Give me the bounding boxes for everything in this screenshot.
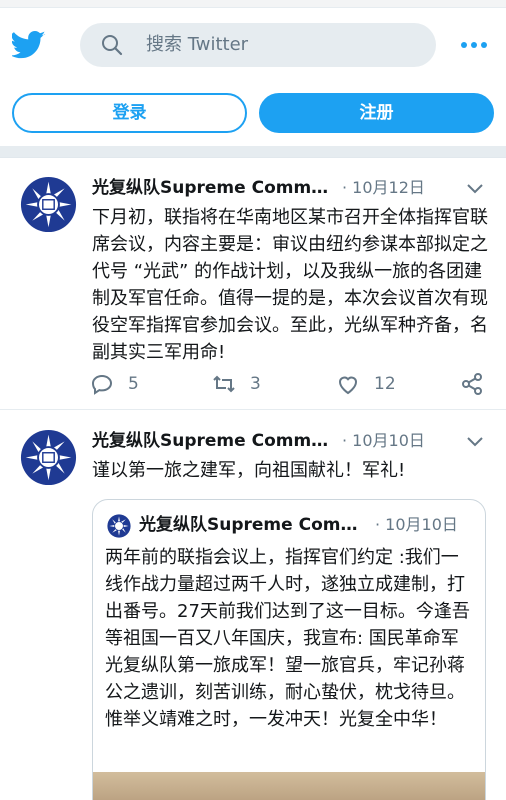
tweet-date[interactable]: · 10月12日 xyxy=(342,176,425,200)
signup-button[interactable]: 注册 xyxy=(259,93,494,133)
retweet-icon xyxy=(213,375,235,393)
search-input[interactable]: 搜索 Twitter xyxy=(80,23,436,67)
reply-button[interactable]: 5 xyxy=(90,372,139,396)
quoted-text: 两年前的联指会议上，指挥官们约定 :我们一线作战力量超过两千人时，遂独立成建制，… xyxy=(105,547,470,730)
tweet-date[interactable]: · 10月10日 xyxy=(342,429,425,453)
like-count: 12 xyxy=(374,374,396,394)
reply-count: 5 xyxy=(128,374,139,394)
share-icon xyxy=(462,373,482,395)
tweet-actions: 5 3 12 xyxy=(90,372,490,396)
share-button[interactable] xyxy=(460,372,484,396)
quoted-author: 光复纵队Supreme Com… xyxy=(139,515,358,535)
timeline-divider xyxy=(0,146,506,158)
avatar xyxy=(107,514,131,538)
chevron-down-icon[interactable] xyxy=(467,437,483,447)
like-button[interactable]: 12 xyxy=(336,372,396,396)
reply-icon xyxy=(91,374,113,395)
chevron-down-icon[interactable] xyxy=(467,184,483,194)
tweet-text: 下月初，联指将在华南地区某市召开全体指挥官联席会议，内容主要是：审议由纽约参谋本… xyxy=(92,207,488,363)
tweet-author[interactable]: 光复纵队Supreme Comm… xyxy=(92,429,332,453)
retweet-count: 3 xyxy=(250,374,261,394)
search-icon xyxy=(102,35,123,56)
quoted-media[interactable] xyxy=(93,772,485,800)
more-options-icon[interactable] xyxy=(460,41,488,49)
avatar[interactable] xyxy=(20,429,77,486)
quoted-date: · 10月10日 xyxy=(375,515,458,534)
header: 搜索 Twitter xyxy=(0,8,506,82)
heart-icon xyxy=(338,376,358,395)
tweet-author[interactable]: 光复纵队Supreme Comm… xyxy=(92,176,332,200)
tweet-item[interactable]: 光复纵队Supreme Comm… · 10月10日 谨以第一旅之建军，向祖国献… xyxy=(0,411,506,800)
quoted-tweet[interactable]: 光复纵队Supreme Com… · 10月10日 两年前的联指会议上，指挥官们… xyxy=(92,499,486,800)
tweet-item[interactable]: 光复纵队Supreme Comm… · 10月12日 下月初，联指将在华南地区某… xyxy=(0,158,506,410)
retweet-button[interactable]: 3 xyxy=(212,372,261,396)
top-strip xyxy=(0,0,506,8)
search-placeholder: 搜索 Twitter xyxy=(146,34,249,55)
twitter-bird-icon[interactable] xyxy=(12,30,46,60)
avatar[interactable] xyxy=(20,176,77,233)
login-button[interactable]: 登录 xyxy=(12,93,247,133)
tweet-text: 谨以第一旅之建军，向祖国献礼！军礼! xyxy=(92,460,406,481)
